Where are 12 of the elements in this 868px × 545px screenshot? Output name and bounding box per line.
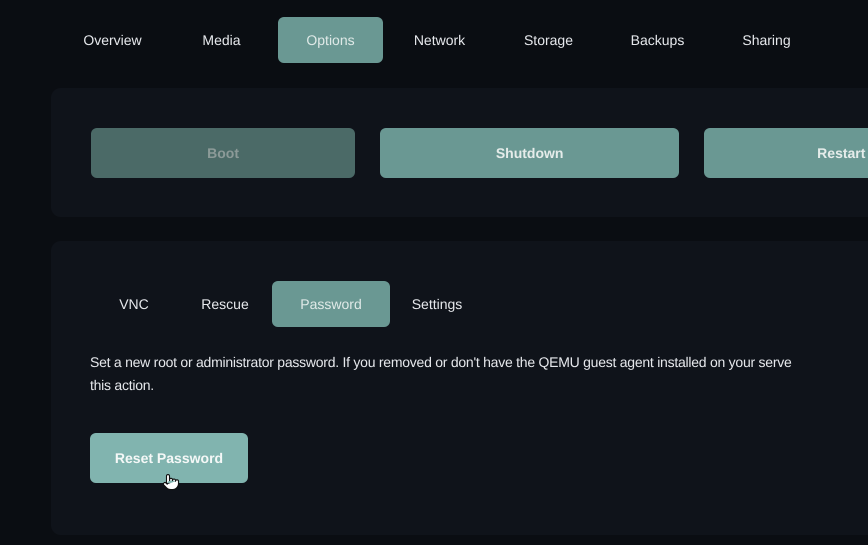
nav-tab[interactable]: Overview bbox=[60, 17, 165, 63]
description-text: this action. bbox=[90, 376, 154, 395]
nav-tab[interactable]: Media bbox=[169, 17, 274, 63]
nav-tab[interactable]: Backups bbox=[605, 17, 710, 63]
nav-tab[interactable]: Storage bbox=[496, 17, 601, 63]
nav-tab[interactable]: Sharing bbox=[714, 17, 819, 63]
description-text: Set a new root or administrator password. If you removed or don't have the QEMU guest agent installed on your serve bbox=[90, 353, 792, 372]
hand-cursor-icon bbox=[162, 471, 180, 493]
sub-tab[interactable]: VNC bbox=[90, 281, 178, 327]
sub-tab[interactable]: Settings bbox=[393, 281, 481, 327]
sub-tab[interactable]: Rescue bbox=[181, 281, 269, 327]
nav-tab[interactable]: Network bbox=[387, 17, 492, 63]
